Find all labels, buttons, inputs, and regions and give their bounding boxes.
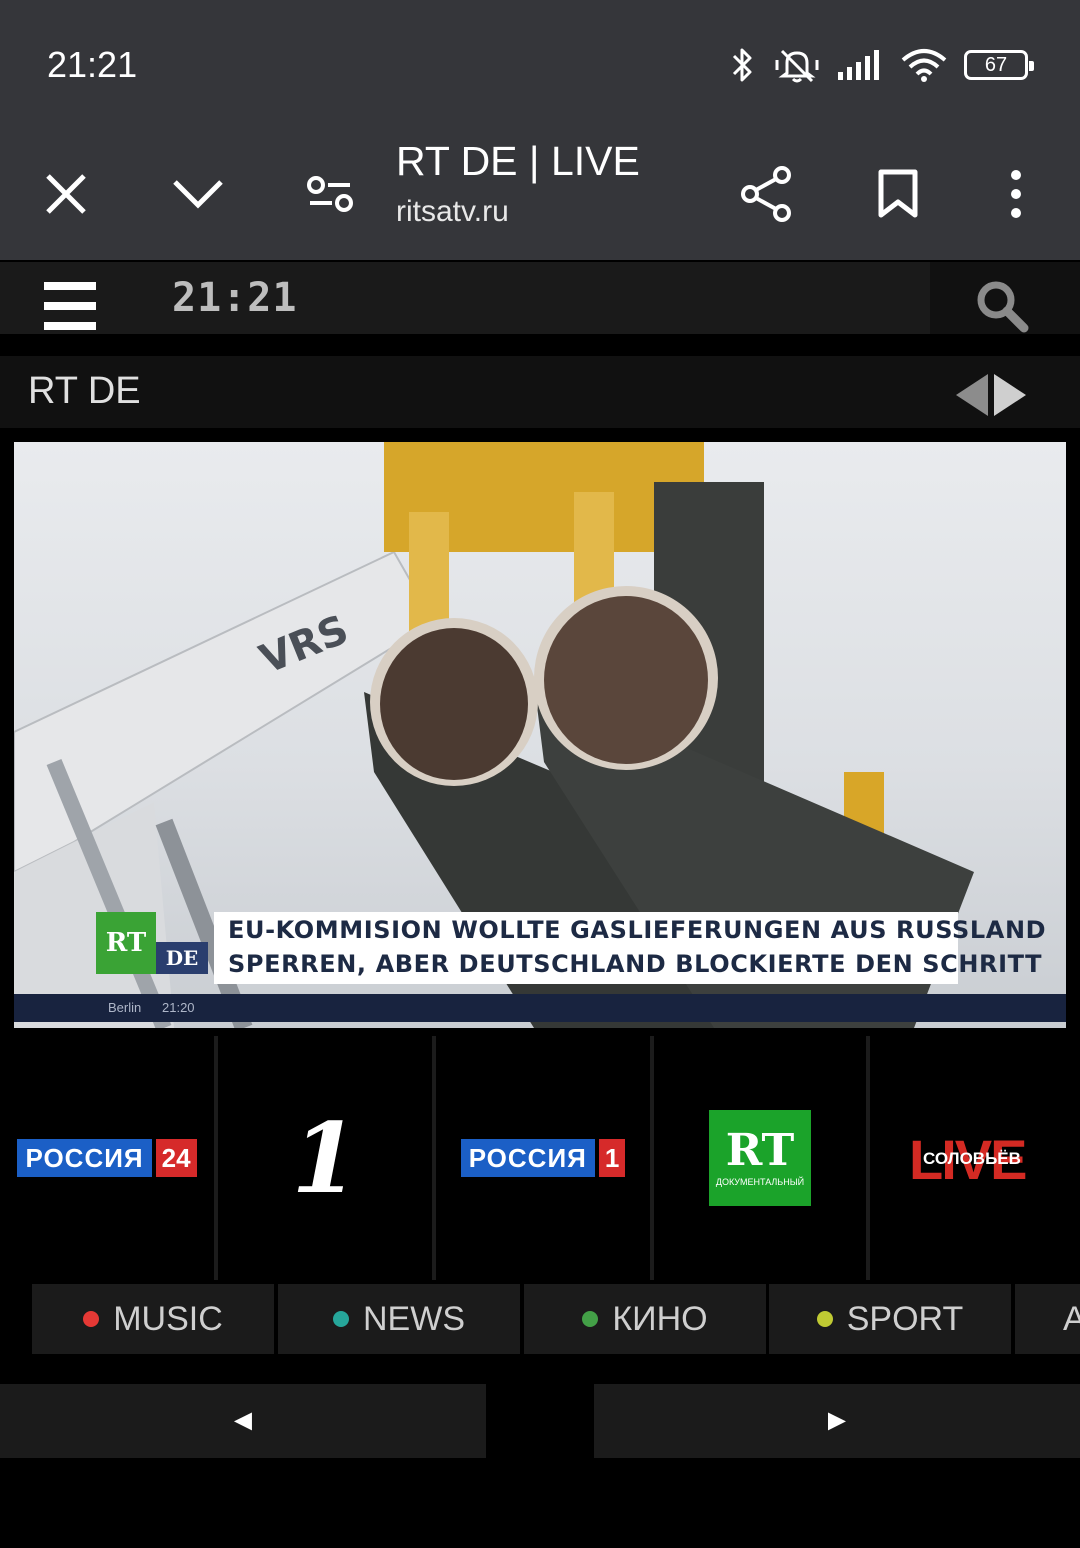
rt-de-badge: DE — [156, 942, 208, 974]
channel-tile-perviy[interactable]: 1 — [218, 1036, 432, 1280]
mute-icon — [775, 49, 819, 83]
category-news[interactable]: NEWS — [278, 1284, 520, 1354]
channel-tile-rossia1[interactable]: РОССИЯ 1 — [436, 1036, 650, 1280]
ticker-time: 21:20 — [162, 1000, 195, 1015]
channel-tile-rt-doc[interactable]: RT ДОКУМЕНТАЛЬНЫЙ — [654, 1036, 866, 1280]
prev-page-button[interactable]: ◄ — [0, 1384, 486, 1458]
channel-tile-rossia24[interactable]: РОССИЯ 24 — [0, 1036, 214, 1280]
channel-name: RT DE — [28, 370, 141, 412]
rossia1-logo: РОССИЯ 1 — [460, 1139, 626, 1177]
more-options-icon[interactable] — [980, 158, 1052, 230]
dot-icon — [582, 1311, 599, 1327]
close-icon[interactable] — [30, 158, 102, 230]
news-ticker: RT DE EU-KOMMISION WOLLTE GASLIEFERUNGEN… — [96, 912, 1046, 984]
wifi-icon — [901, 49, 947, 82]
site-header — [0, 262, 1080, 334]
site-settings-icon[interactable] — [294, 158, 366, 230]
battery-level: 67 — [984, 53, 1008, 76]
dot-icon — [83, 1311, 100, 1327]
rt-doc-logo: RT ДОКУМЕНТАЛЬНЫЙ — [709, 1110, 811, 1206]
channel-tile-soloviev[interactable]: LIVE СОЛОВЬЁВ — [870, 1036, 1080, 1280]
chevron-down-icon[interactable] — [162, 158, 234, 230]
ticker-line-2: SPERREN, ABER DEUTSCHLAND BLOCKIERTE DEN… — [228, 950, 1043, 978]
status-time: 21:21 — [47, 44, 138, 85]
category-music[interactable]: MUSIC — [32, 1284, 274, 1354]
bluetooth-icon — [732, 48, 752, 82]
dot-icon — [333, 1311, 349, 1327]
page-title: RT DE | LIVE — [396, 138, 640, 184]
channel-switch-arrows-icon[interactable] — [954, 372, 1028, 418]
page-url[interactable]: ritsatv.ru — [396, 195, 509, 229]
battery-icon: 67 — [964, 50, 1034, 80]
signal-icon — [838, 50, 879, 80]
menu-icon[interactable] — [44, 282, 96, 330]
ticker-info-bar: Berlin 21:20 — [14, 994, 1066, 1022]
site-clock: 21:21 — [172, 275, 298, 321]
soloviev-logo: LIVE СОЛОВЬЁВ — [909, 1128, 1027, 1191]
category-kino[interactable]: КИНО — [524, 1284, 766, 1354]
ticker-text-box: EU-KOMMISION WOLLTE GASLIEFERUNGEN AUS R… — [214, 912, 1046, 984]
category-sport[interactable]: SPORT — [769, 1284, 1011, 1354]
share-icon[interactable] — [730, 158, 802, 230]
bookmark-icon[interactable] — [862, 158, 934, 230]
dot-icon — [816, 1311, 833, 1327]
status-icons: 67 — [728, 40, 1034, 90]
arrow-right-icon: ► — [822, 1404, 852, 1437]
ticker-line-1: EU-KOMMISION WOLLTE GASLIEFERUNGEN AUS R… — [228, 916, 1047, 944]
next-page-button[interactable]: ► — [594, 1384, 1080, 1458]
category-more[interactable]: A — [1015, 1284, 1080, 1354]
arrow-left-icon: ◄ — [228, 1404, 258, 1437]
perviy-logo: 1 — [291, 1101, 359, 1215]
search-icon — [977, 281, 1029, 333]
search-button[interactable] — [930, 262, 1080, 334]
ticker-location: Berlin — [108, 1000, 142, 1015]
rt-logo: RT — [96, 912, 156, 974]
channel-bar — [0, 356, 1080, 428]
rossia24-logo: РОССИЯ 24 — [17, 1139, 197, 1177]
